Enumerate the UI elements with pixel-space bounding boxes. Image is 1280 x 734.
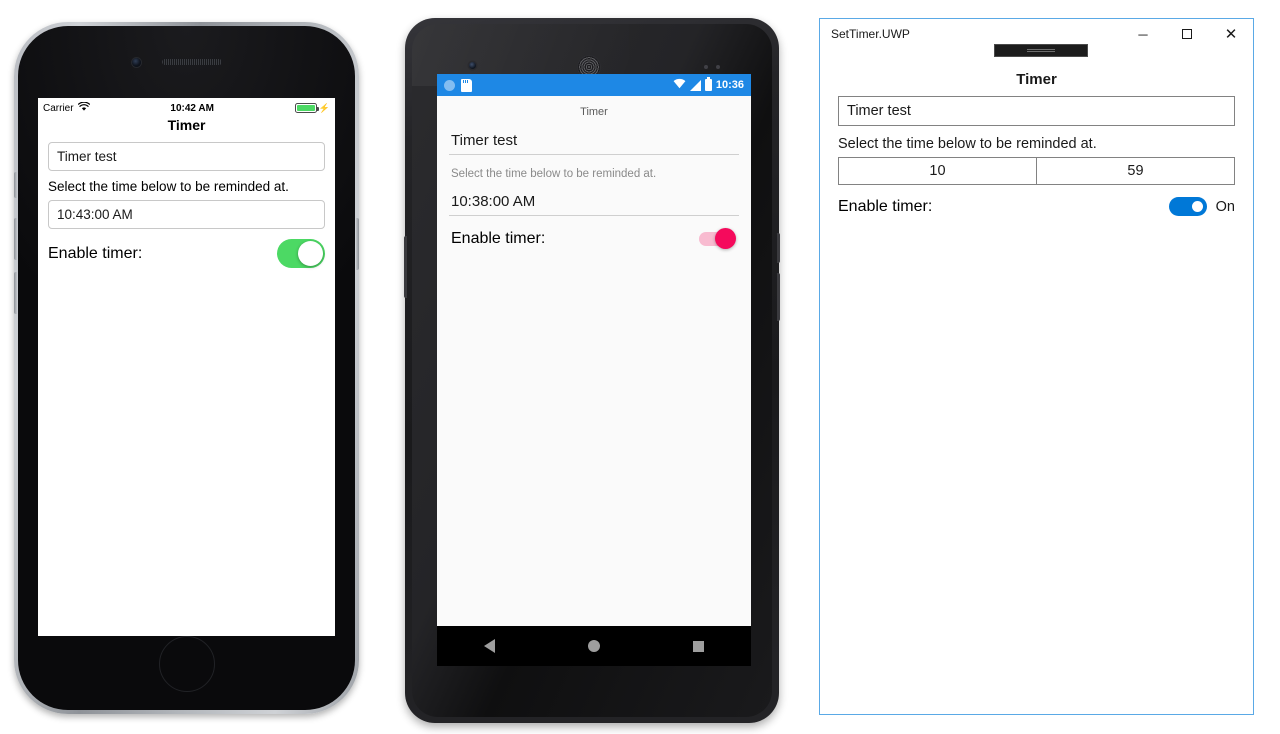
nav-recents-icon (693, 640, 705, 652)
enable-timer-label: Enable timer: (451, 230, 546, 247)
battery-icon (704, 77, 712, 91)
wifi-icon (673, 78, 686, 92)
enable-timer-row: Enable timer: (449, 228, 739, 249)
android-status-time: 10:36 (715, 79, 744, 91)
earpiece-speaker-icon (162, 59, 222, 65)
iphone-volume-up-button[interactable] (14, 218, 17, 260)
ios-content: Timer test Select the time below to be r… (38, 133, 335, 268)
ios-status-right: ⚡ (294, 102, 330, 113)
sdcard-icon (461, 78, 472, 92)
cellular-signal-icon (689, 79, 701, 91)
enable-timer-toggle-state-label: On (1215, 198, 1235, 215)
ios-status-time: 10:42 AM (170, 102, 214, 114)
front-camera-icon (132, 58, 141, 67)
ios-status-left: Carrier (43, 101, 90, 115)
timer-time-input[interactable]: 10:43:00 AM (48, 200, 325, 229)
timer-name-input[interactable]: Timer test (838, 96, 1235, 126)
iphone-volume-down-button[interactable] (14, 272, 17, 314)
uwp-app-window: SetTimer.UWP ─ ✕ Timer Timer test Select… (819, 18, 1254, 715)
android-content: Timer Timer test Select the time below t… (437, 96, 751, 249)
enable-timer-label: Enable timer: (48, 244, 143, 262)
window-title: SetTimer.UWP (831, 27, 910, 41)
maximize-icon (1182, 29, 1192, 39)
android-volume-button[interactable] (777, 273, 780, 321)
enable-timer-row: Enable timer: On (838, 197, 1235, 216)
time-picker[interactable]: 10 59 (838, 157, 1235, 185)
android-status-right: 10:36 (673, 77, 744, 92)
light-sensor-icon (716, 65, 720, 69)
android-screen: 10:36 Timer Timer test Select the time b… (437, 74, 751, 666)
maximize-button[interactable] (1165, 19, 1209, 49)
nav-recents-button[interactable] (646, 640, 751, 652)
iphone-power-button[interactable] (356, 218, 359, 270)
front-camera-icon (469, 62, 476, 69)
page-title: Timer (167, 117, 206, 133)
iphone-mute-switch[interactable] (14, 172, 17, 198)
minimize-icon: ─ (1138, 26, 1148, 42)
battery-full-icon (294, 103, 319, 113)
enable-timer-row: Enable timer: (48, 239, 325, 268)
page-title: Timer (580, 106, 608, 118)
nav-back-button[interactable] (437, 639, 542, 653)
iphone-device-frame: Carrier 10:42 AM ⚡ Timer Timer test Sele… (14, 22, 359, 714)
carrier-label: Carrier (43, 102, 74, 114)
home-button-icon[interactable] (158, 636, 215, 692)
circle-notification-icon (444, 79, 455, 91)
timer-name-input[interactable]: Timer test (48, 142, 325, 171)
charging-bolt-icon: ⚡ (318, 102, 330, 113)
android-status-bar: 10:36 (437, 74, 751, 96)
android-navigation-bar (437, 626, 751, 666)
nav-home-button[interactable] (542, 640, 647, 652)
enable-timer-toggle[interactable] (277, 239, 325, 268)
time-picker-minute[interactable]: 59 (1036, 158, 1234, 184)
nav-home-icon (588, 640, 600, 652)
android-device-frame: 10:36 Timer Timer test Select the time b… (404, 18, 780, 723)
proximity-sensor-icon (704, 65, 708, 69)
wifi-icon (77, 101, 90, 115)
android-sim-tray[interactable] (404, 236, 407, 298)
close-button[interactable]: ✕ (1209, 19, 1253, 49)
android-status-left (444, 78, 472, 92)
phone-frame-top-graphic (994, 44, 1088, 57)
ios-status-bar: Carrier 10:42 AM ⚡ (38, 98, 335, 116)
enable-timer-toggle[interactable] (1168, 197, 1207, 216)
instruction-label: Select the time below to be reminded at. (838, 136, 1097, 152)
page-title: Timer (1016, 71, 1057, 88)
instruction-label: Select the time below to be reminded at. (48, 179, 289, 194)
close-icon: ✕ (1224, 25, 1238, 43)
instruction-label: Select the time below to be reminded at. (451, 168, 657, 180)
window-caption-buttons: ─ ✕ (1121, 19, 1253, 49)
enable-timer-toggle-group: On (1168, 197, 1235, 216)
android-power-button[interactable] (777, 233, 780, 263)
time-picker-hour[interactable]: 10 (839, 158, 1036, 184)
nav-back-icon (483, 639, 495, 653)
uwp-content: Timer Timer test Select the time below t… (820, 49, 1253, 216)
iphone-screen: Carrier 10:42 AM ⚡ Timer Timer test Sele… (38, 98, 335, 636)
enable-timer-toggle[interactable] (699, 228, 736, 249)
enable-timer-label: Enable timer: (838, 197, 933, 215)
timer-name-input[interactable]: Timer test (449, 130, 739, 155)
timer-time-input[interactable]: 10:38:00 AM (449, 191, 739, 216)
minimize-button[interactable]: ─ (1121, 19, 1165, 49)
